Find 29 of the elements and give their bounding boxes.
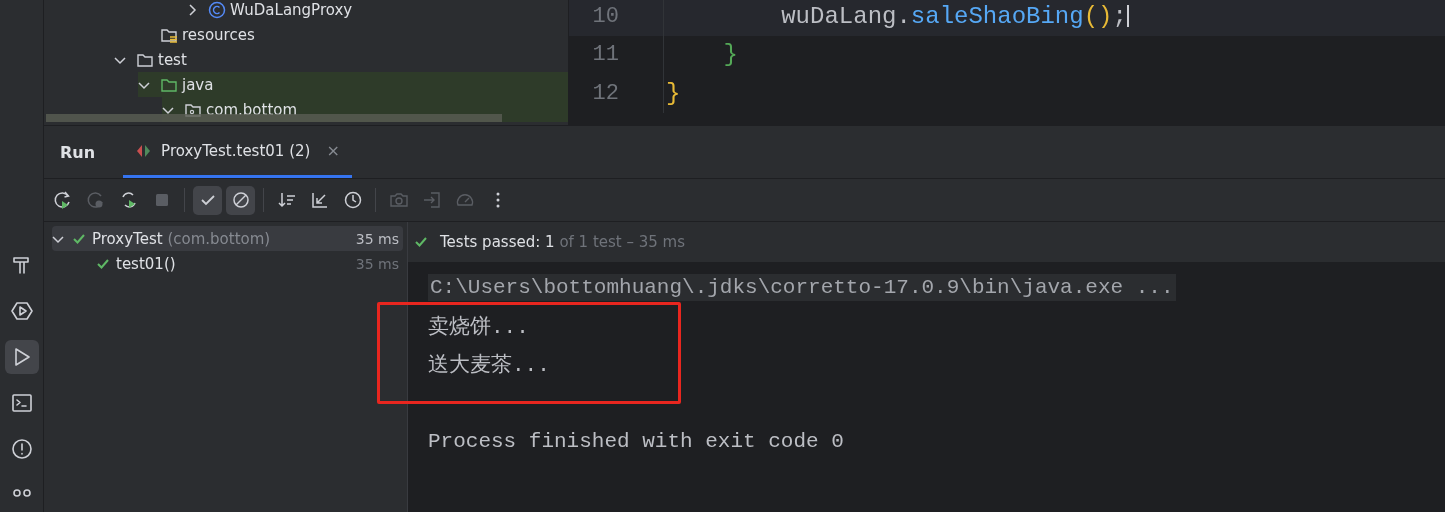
status-text: Tests passed: 1 of 1 test – 35 ms — [440, 233, 686, 251]
run-icon[interactable] — [4, 340, 39, 374]
checkmark-icon[interactable] — [193, 185, 222, 215]
tree-node[interactable]: test — [114, 47, 568, 72]
run-tab[interactable]: ProxyTest.test01 (2) × — [123, 126, 352, 178]
duration: 35 ms — [355, 230, 399, 247]
duration: 35 ms — [355, 255, 399, 272]
close-icon[interactable]: × — [326, 141, 340, 160]
ignored-icon[interactable] — [226, 185, 255, 215]
code-line: wuDaLang.saleShaoBing(); — [780, 2, 1129, 30]
tree-node[interactable]: java — [138, 72, 568, 97]
class-icon — [208, 0, 226, 19]
console-line: 送大麦茶... — [428, 352, 550, 379]
test-tree-row[interactable]: ProxyTest (com.bottom) 35 ms — [52, 226, 403, 251]
code-line: } — [722, 41, 738, 69]
console-line: 卖烧饼... — [428, 314, 529, 340]
chevron-right-icon[interactable] — [186, 3, 198, 16]
test-name: ProxyTest (com.bottom) — [92, 229, 272, 248]
test-name: test01() — [116, 254, 177, 273]
code-line: } — [666, 79, 681, 107]
line-number: 11 — [591, 42, 620, 68]
test-tree-row[interactable]: test01() 35 ms — [52, 251, 403, 276]
tree-node[interactable]: resources — [138, 22, 568, 47]
scrollbar[interactable] — [46, 114, 502, 122]
line-number: 10 — [591, 3, 620, 29]
panel-title: Run — [60, 142, 96, 162]
tree-node[interactable]: WuDaLangProxy — [186, 0, 568, 22]
console-line: Process finished with exit code 0 — [428, 429, 844, 453]
line-number: 12 — [591, 80, 620, 106]
